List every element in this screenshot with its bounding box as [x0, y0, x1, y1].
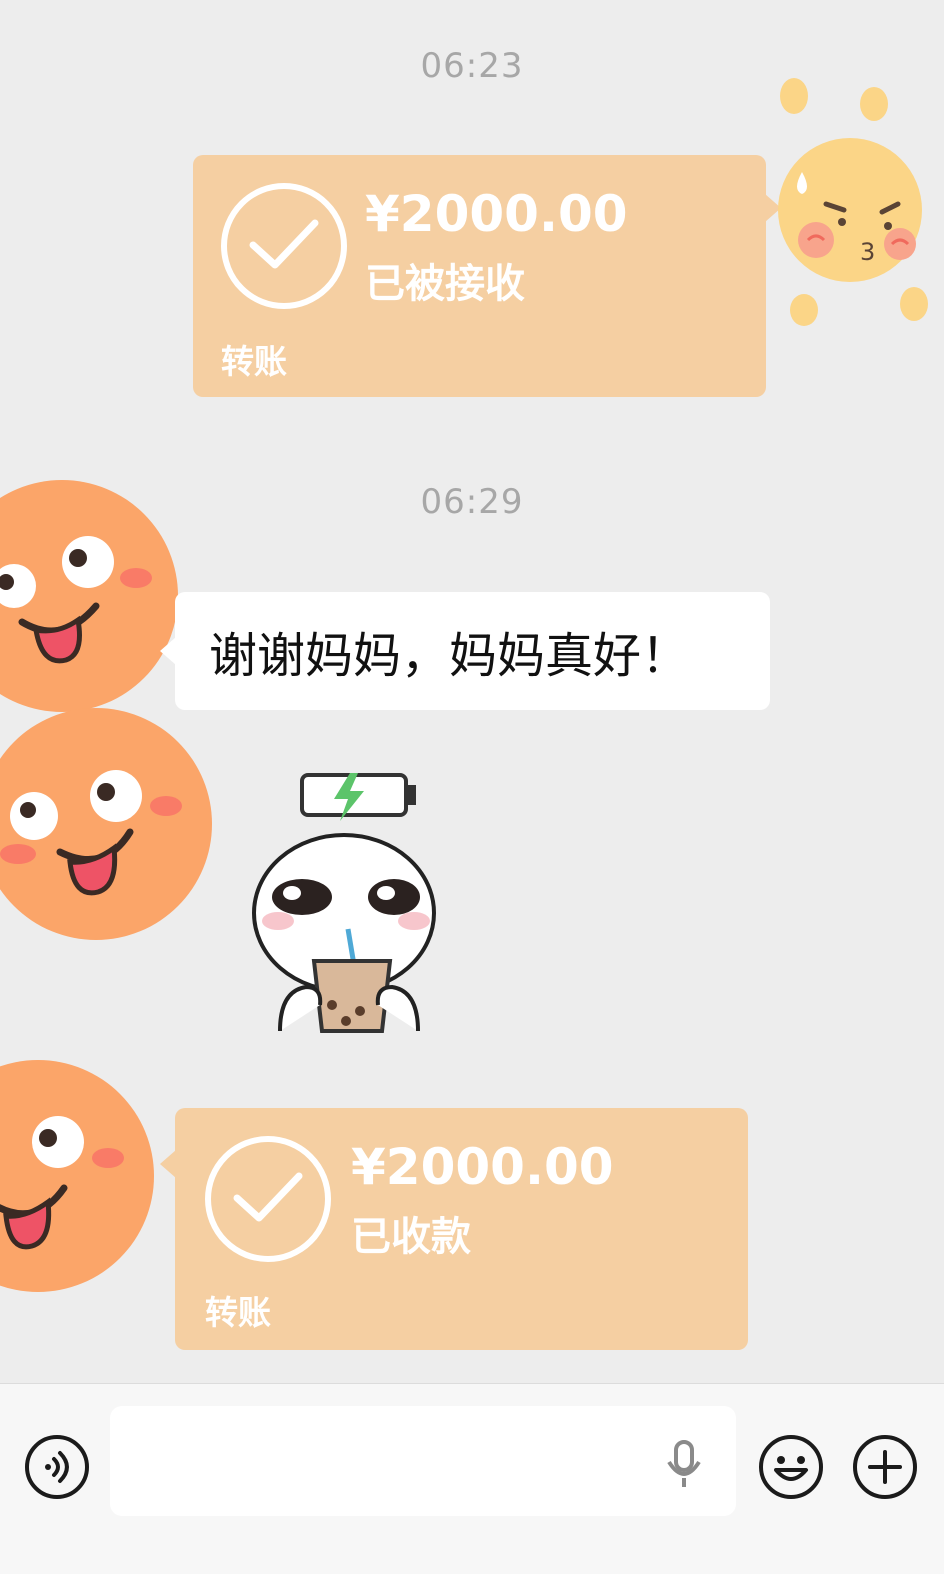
transfer-card-received[interactable]: ¥2000.00 已收款 转账 [175, 1108, 748, 1350]
message-input[interactable] [110, 1406, 736, 1518]
input-bar [0, 1383, 944, 1574]
contact-avatar[interactable] [0, 480, 190, 720]
text-message-bubble[interactable]: 谢谢妈妈，妈妈真好！ [175, 592, 770, 710]
contact-avatar[interactable] [0, 1058, 160, 1298]
transfer-status: 已被接收 [365, 261, 525, 307]
svg-text:3: 3 [860, 238, 875, 266]
transfer-amount: ¥2000.00 [351, 1138, 614, 1196]
message-text: 谢谢妈妈，妈妈真好！ [209, 628, 690, 684]
plus-icon[interactable] [850, 1432, 920, 1502]
microphone-icon[interactable] [664, 1440, 704, 1490]
bubble-tea-sticker[interactable] [250, 765, 450, 1045]
voice-icon[interactable] [22, 1432, 92, 1502]
transfer-amount: ¥2000.00 [365, 185, 628, 243]
transfer-card-sent[interactable]: ¥2000.00 已被接收 转账 [193, 155, 766, 397]
bubble-tail [160, 637, 176, 665]
bubble-tail [160, 1150, 176, 1178]
sun-avatar[interactable]: 3 [764, 72, 944, 332]
transfer-status: 已收款 [351, 1214, 471, 1260]
transfer-label: 转账 [221, 342, 287, 381]
check-circle-icon [205, 1136, 331, 1262]
emoji-icon[interactable] [756, 1432, 826, 1502]
transfer-label: 转账 [205, 1293, 271, 1332]
check-circle-icon [221, 183, 347, 309]
message-input-field[interactable] [130, 1406, 654, 1518]
contact-avatar[interactable] [0, 706, 220, 946]
